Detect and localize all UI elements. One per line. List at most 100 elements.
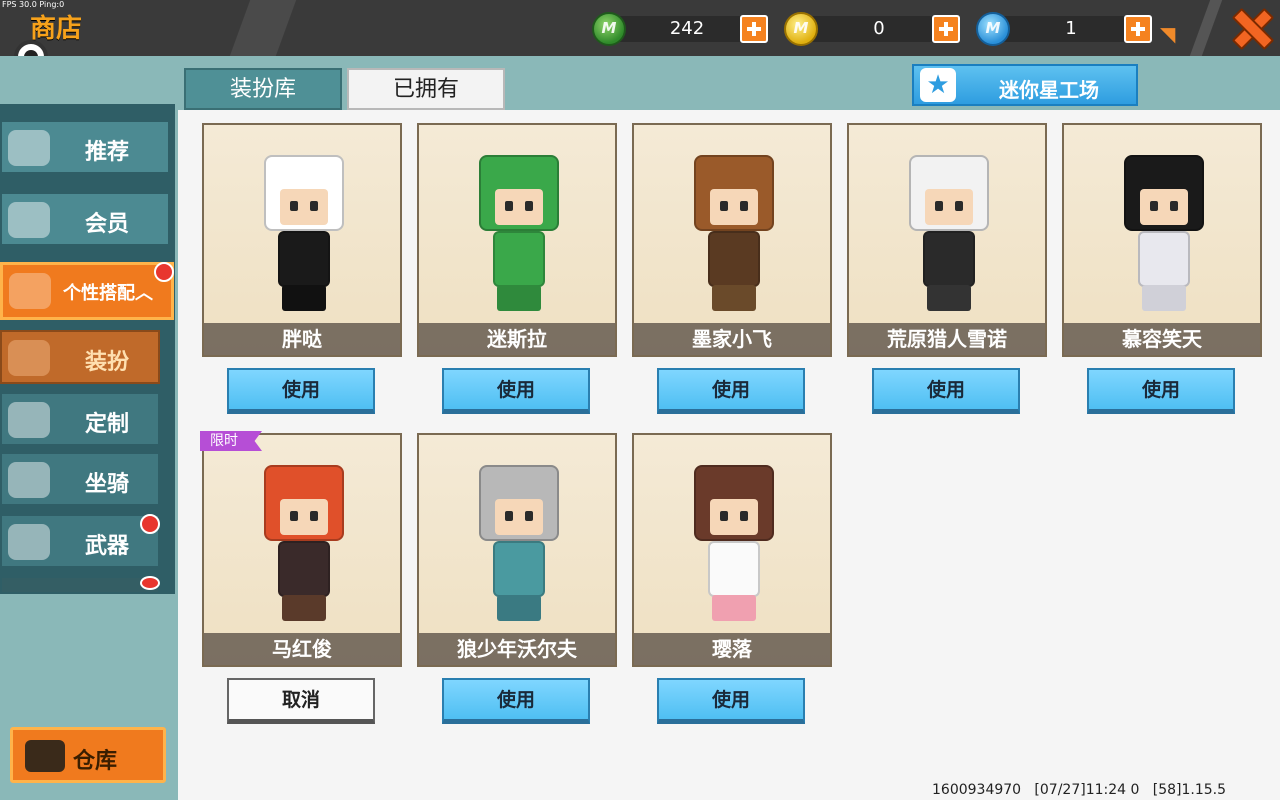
sidebar-item-mount[interactable]: 坐骑 bbox=[0, 452, 160, 506]
eye bbox=[740, 511, 748, 521]
character-face bbox=[925, 189, 973, 225]
use-button[interactable]: 使用 bbox=[657, 678, 805, 724]
character-body bbox=[278, 541, 330, 597]
costume-name: 墨家小飞 bbox=[634, 323, 830, 355]
use-button[interactable]: 使用 bbox=[442, 368, 590, 414]
notification-dot bbox=[140, 576, 160, 590]
tab-costume-library[interactable]: 装扮库 bbox=[184, 68, 342, 110]
costume-name: 胖哒 bbox=[204, 323, 400, 355]
sidebar-item-personal-style[interactable]: 个性搭配︿ bbox=[0, 262, 174, 320]
character-figure bbox=[469, 155, 569, 315]
notification-dot bbox=[154, 262, 174, 282]
sidebar-item-custom[interactable]: 定制 bbox=[0, 392, 160, 446]
sidebar-item-label: 定制 bbox=[84, 412, 129, 437]
character-body bbox=[708, 231, 760, 287]
sidebar-item-recommend[interactable]: 推荐 bbox=[0, 120, 170, 174]
character-figure bbox=[254, 155, 354, 315]
currency-value: 1 bbox=[1065, 18, 1077, 39]
sidebar-item-label: 个性搭配︿ bbox=[43, 279, 173, 305]
page-title: 商店 bbox=[30, 14, 83, 44]
character-body bbox=[278, 231, 330, 287]
vip-icon bbox=[8, 202, 50, 238]
currency-green-gem: M 242 bbox=[592, 12, 772, 46]
use-button[interactable]: 使用 bbox=[1087, 368, 1235, 414]
costume-name: 璎落 bbox=[634, 633, 830, 665]
character-figure bbox=[684, 155, 784, 315]
sidebar-item-member[interactable]: 会员 bbox=[0, 192, 170, 246]
gold-coin-icon: M bbox=[784, 12, 818, 46]
saddle-icon bbox=[8, 462, 50, 498]
status-bar: 1600934970 [07/27]11:24 0 [58]1.15.5 bbox=[932, 782, 1227, 798]
eye bbox=[310, 201, 318, 211]
eye bbox=[935, 201, 943, 211]
costume-card[interactable]: 狼少年沃尔夫 bbox=[417, 433, 617, 667]
costume-name: 马红俊 bbox=[204, 633, 400, 665]
cancel-button[interactable]: 取消 bbox=[227, 678, 375, 724]
costume-card[interactable]: 荒原猎人雪诺 bbox=[847, 123, 1047, 357]
sidebar-item-label: 会员 bbox=[84, 212, 129, 237]
costume-name: 慕容笑天 bbox=[1064, 323, 1260, 355]
character-figure bbox=[684, 465, 784, 625]
costume-name: 迷斯拉 bbox=[419, 323, 615, 355]
eye bbox=[720, 201, 728, 211]
use-button[interactable]: 使用 bbox=[442, 678, 590, 724]
currency-blue-coin: M 1 bbox=[976, 12, 1156, 46]
character-face bbox=[280, 499, 328, 535]
notification-dot bbox=[140, 514, 160, 534]
eye bbox=[290, 201, 298, 211]
shirt-icon bbox=[8, 340, 50, 376]
currency-value: 242 bbox=[669, 18, 705, 39]
sidebar-item-label: 推荐 bbox=[84, 140, 129, 165]
character-legs bbox=[497, 285, 541, 311]
character-legs bbox=[712, 285, 756, 311]
workshop-label: 迷你星工场 bbox=[999, 78, 1099, 102]
sidebar-item-more[interactable] bbox=[0, 576, 160, 594]
coin-letter: M bbox=[985, 19, 1001, 37]
add-blue-coin-button[interactable] bbox=[1124, 15, 1152, 43]
character-legs bbox=[1142, 285, 1186, 311]
character-body bbox=[923, 231, 975, 287]
eye bbox=[740, 201, 748, 211]
currency-gold-coin: M 0 bbox=[784, 12, 964, 46]
pencil-icon bbox=[8, 402, 50, 438]
decor-stripe bbox=[1189, 0, 1223, 56]
character-body bbox=[493, 541, 545, 597]
character-legs bbox=[927, 285, 971, 311]
sidebar-item-label: 装扮 bbox=[84, 350, 129, 375]
add-green-gem-button[interactable] bbox=[740, 15, 768, 43]
costume-card[interactable]: 迷斯拉 bbox=[417, 123, 617, 357]
character-face bbox=[1140, 189, 1188, 225]
character-legs bbox=[282, 595, 326, 621]
sidebar-item-weapon[interactable]: 武器 bbox=[0, 514, 160, 568]
star-icon: ★ bbox=[920, 68, 956, 102]
limited-time-badge: 限时 bbox=[200, 431, 262, 451]
character-face bbox=[710, 189, 758, 225]
character-figure bbox=[469, 465, 569, 625]
close-button[interactable] bbox=[1228, 4, 1272, 48]
collapse-chevron-icon: ︿ bbox=[135, 283, 153, 304]
eye bbox=[525, 511, 533, 521]
costume-card[interactable]: 胖哒 bbox=[202, 123, 402, 357]
use-button[interactable]: 使用 bbox=[872, 368, 1020, 414]
use-button[interactable]: 使用 bbox=[657, 368, 805, 414]
costume-card[interactable]: 墨家小飞 bbox=[632, 123, 832, 357]
costume-card[interactable]: 慕容笑天 bbox=[1062, 123, 1262, 357]
eye bbox=[955, 201, 963, 211]
mini-workshop-button[interactable]: ★ 迷你星工场 bbox=[912, 64, 1138, 106]
tab-owned[interactable]: 已拥有 bbox=[347, 68, 505, 110]
character-figure bbox=[899, 155, 999, 315]
use-button[interactable]: 使用 bbox=[227, 368, 375, 414]
coin-letter: M bbox=[601, 19, 617, 37]
eye bbox=[505, 201, 513, 211]
costume-card[interactable]: 璎落 bbox=[632, 433, 832, 667]
currency-value: 0 bbox=[873, 18, 885, 39]
warehouse-button[interactable]: 仓库 bbox=[10, 727, 166, 783]
costume-name: 荒原猎人雪诺 bbox=[849, 323, 1045, 355]
costume-name: 狼少年沃尔夫 bbox=[419, 633, 615, 665]
character-legs bbox=[282, 285, 326, 311]
character-face bbox=[495, 189, 543, 225]
costume-card[interactable]: 马红俊 限时 bbox=[200, 431, 402, 667]
add-gold-coin-button[interactable] bbox=[932, 15, 960, 43]
sidebar-item-costume[interactable]: 装扮 bbox=[0, 330, 160, 384]
eye bbox=[1170, 201, 1178, 211]
